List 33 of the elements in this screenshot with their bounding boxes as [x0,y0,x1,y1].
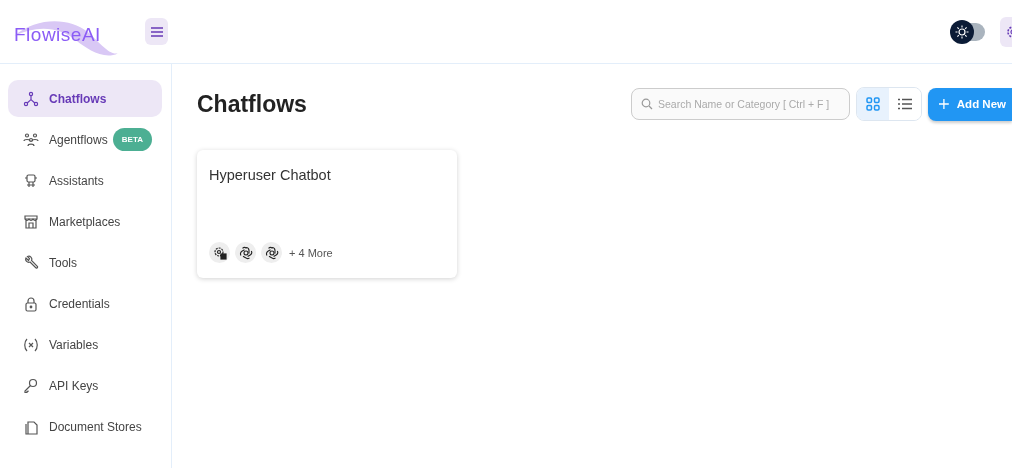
flow-icon [23,90,39,107]
sun-icon [955,24,969,39]
documents-icon [23,418,39,435]
sidebar-item[interactable]: Credentials [8,285,162,322]
list-icon [898,98,912,110]
sidebar-item[interactable]: Agentflows BETA [8,121,162,158]
card-title: Hyperuser Chatbot [209,167,332,183]
search-field[interactable]: Search Name or Category [ Ctrl + F ] [631,88,850,120]
sidebar-item[interactable]: API Keys [8,367,162,404]
menu-icon [150,26,163,37]
sidebar-item[interactable]: Chatflows [8,80,162,117]
page-title: Chatflows [197,90,307,118]
more-nodes-label: + 4 More [289,246,333,259]
wrench-icon [23,254,39,271]
store-icon [23,213,39,230]
sidebar-item[interactable]: Assistants [8,162,162,199]
beta-badge: BETA [112,128,152,151]
theme-toggle[interactable] [951,22,985,41]
people-icon [23,131,39,148]
sidebar-item[interactable]: Tools [8,244,162,281]
search-icon [641,98,653,110]
sidebar-item[interactable]: Document Stores [8,408,162,445]
key-icon [23,377,39,394]
gear-icon [209,242,230,263]
variable-icon [23,336,39,353]
menu-button[interactable] [145,18,168,45]
plus-icon [939,98,949,110]
sidebar-item[interactable]: Marketplaces [8,203,162,240]
robot-icon [23,172,39,189]
chatflow-card[interactable]: Hyperuser Chatbot + 4 More [197,150,457,278]
grid-icon [866,97,880,111]
sidebar-item[interactable]: Variables [8,326,162,363]
lock-icon [23,295,39,312]
